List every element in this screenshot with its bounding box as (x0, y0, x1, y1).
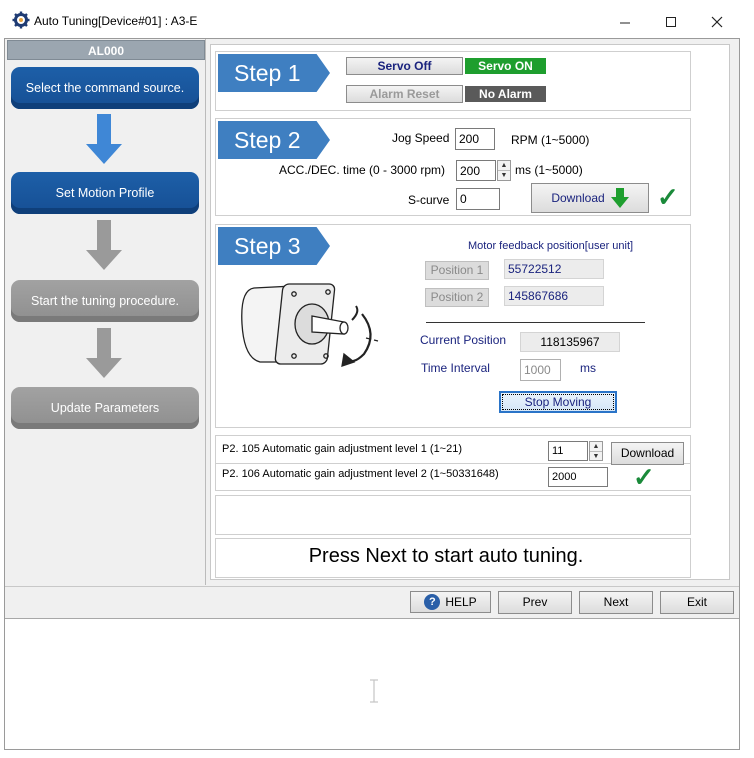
check-icon: ✓ (657, 182, 679, 212)
s-curve-label: S-curve (408, 193, 450, 207)
window-title: Auto Tuning[Device#01] : A3-E (34, 14, 198, 28)
help-button[interactable]: ? HELP (410, 591, 491, 613)
check-icon: ✓ (633, 462, 655, 492)
download-arrow-icon (610, 188, 629, 208)
arrow-down-icon (84, 114, 124, 166)
stop-moving-button[interactable]: Stop Moving (499, 391, 617, 413)
position2-value: 145867686 (504, 286, 604, 306)
position2-label[interactable]: Position 2 (425, 288, 489, 307)
step2-download-button[interactable]: Download (531, 183, 649, 213)
s-curve-input[interactable]: 0 (456, 188, 500, 210)
title-bar: Auto Tuning[Device#01] : A3-E (0, 0, 740, 40)
flow-step-start-tuning[interactable]: Start the tuning procedure. (11, 280, 199, 322)
position1-value: 55722512 (504, 259, 604, 279)
text-cursor-icon (368, 678, 380, 704)
p2-106-input[interactable]: 2000 (548, 467, 608, 487)
jog-speed-input[interactable]: 200 (455, 128, 495, 150)
download-label: Download (551, 191, 605, 205)
current-position-label: Current Position (420, 333, 507, 347)
alarm-status-indicator: No Alarm (465, 86, 546, 102)
p2-106-label: P2. 106 Automatic gain adjustment level … (222, 468, 499, 480)
servo-on-indicator: Servo ON (465, 58, 546, 74)
instruction-message: Press Next to start auto tuning. (308, 545, 584, 567)
arrow-down-icon (84, 328, 124, 380)
gear-icon (12, 11, 30, 29)
minimize-icon[interactable] (602, 8, 648, 36)
alarm-reset-button[interactable]: Alarm Reset (346, 85, 463, 103)
position1-label[interactable]: Position 1 (425, 261, 489, 280)
empty-section (215, 495, 691, 535)
p2-105-label: P2. 105 Automatic gain adjustment level … (222, 443, 463, 455)
divider-line (426, 322, 645, 323)
time-interval-input[interactable]: 1000 (520, 359, 561, 381)
flow-step-set-motion-profile[interactable]: Set Motion Profile (11, 172, 199, 214)
servo-off-button[interactable]: Servo Off (346, 57, 463, 75)
acc-dec-spinner[interactable]: ▲ ▼ (497, 160, 511, 181)
help-icon: ? (424, 594, 441, 610)
step2-label: Step 2 (218, 121, 330, 159)
acc-dec-label: ACC./DEC. time (0 - 3000 rpm) (279, 163, 446, 177)
time-interval-label: Time Interval (421, 361, 490, 375)
time-interval-unit: ms (580, 361, 596, 375)
help-label: HELP (445, 595, 477, 609)
jog-speed-unit: RPM (1~5000) (511, 133, 590, 147)
motor-feedback-title: Motor feedback position[user unit] (468, 240, 634, 252)
step1-label: Step 1 (218, 54, 330, 92)
p2-105-input[interactable]: 11 (548, 441, 588, 461)
acc-dec-input[interactable]: 200 (456, 160, 496, 181)
exit-button[interactable]: Exit (660, 591, 734, 614)
next-button[interactable]: Next (579, 591, 653, 614)
servo-motor-icon (236, 276, 382, 376)
current-position-value: 118135967 (520, 332, 620, 352)
flow-step-update-parameters[interactable]: Update Parameters (11, 387, 199, 429)
step3-label: Step 3 (218, 227, 330, 265)
spinner-up-icon[interactable]: ▲ (498, 161, 510, 171)
p2-105-spinner[interactable]: ▲ ▼ (589, 441, 603, 461)
spinner-down-icon[interactable]: ▼ (590, 452, 602, 461)
prev-button[interactable]: Prev (498, 591, 572, 614)
maximize-icon[interactable] (648, 8, 694, 36)
spinner-up-icon[interactable]: ▲ (590, 442, 602, 452)
close-icon[interactable] (694, 8, 740, 36)
acc-dec-unit: ms (1~5000) (515, 163, 583, 177)
spinner-down-icon[interactable]: ▼ (498, 171, 510, 180)
alarm-code-header: AL000 (7, 40, 205, 60)
arrow-down-icon (84, 220, 124, 272)
flow-step-select-command-source[interactable]: Select the command source. (11, 67, 199, 109)
jog-speed-label: Jog Speed (392, 131, 450, 145)
